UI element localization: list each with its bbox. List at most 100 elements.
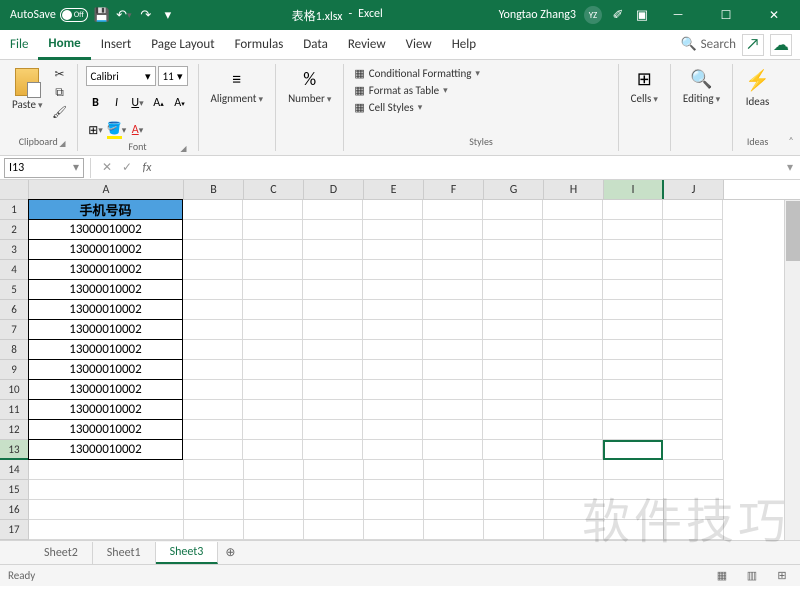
menu-data[interactable]: Data [293, 30, 338, 59]
cell-G6[interactable] [483, 300, 543, 320]
cell-H13[interactable] [543, 440, 603, 460]
menu-help[interactable]: Help [442, 30, 486, 59]
user-name[interactable]: Yongtao Zhang3 [499, 8, 576, 22]
cell-D5[interactable] [303, 280, 363, 300]
cell-B17[interactable] [184, 520, 244, 540]
menu-review[interactable]: Review [338, 30, 396, 59]
cell-E7[interactable] [363, 320, 423, 340]
cell-C13[interactable] [243, 440, 303, 460]
cell-I13[interactable] [603, 440, 663, 460]
cell-D16[interactable] [304, 500, 364, 520]
cell-C2[interactable] [243, 220, 303, 240]
cell-D12[interactable] [303, 420, 363, 440]
cell-C17[interactable] [244, 520, 304, 540]
cell-C3[interactable] [243, 240, 303, 260]
cell-I12[interactable] [603, 420, 663, 440]
cell-B6[interactable] [183, 300, 243, 320]
cell-D7[interactable] [303, 320, 363, 340]
cell-J17[interactable] [664, 520, 724, 540]
row-header-13[interactable]: 13 [0, 440, 29, 460]
cell-B13[interactable] [183, 440, 243, 460]
cell-D13[interactable] [303, 440, 363, 460]
cell-E17[interactable] [364, 520, 424, 540]
cell-J13[interactable] [663, 440, 723, 460]
cell-H5[interactable] [543, 280, 603, 300]
editing-button[interactable]: 🔍Editing [679, 66, 724, 135]
menu-home[interactable]: Home [38, 31, 90, 60]
cell-C11[interactable] [243, 400, 303, 420]
format-as-table-button[interactable]: ▦Format as Table [352, 83, 482, 98]
col-header-J[interactable]: J [664, 180, 724, 199]
cell-D17[interactable] [304, 520, 364, 540]
cell-F14[interactable] [424, 460, 484, 480]
italic-button[interactable]: I [107, 93, 127, 113]
cell-H14[interactable] [544, 460, 604, 480]
cell-H6[interactable] [543, 300, 603, 320]
cell-A7[interactable]: 13000010002 [28, 319, 183, 340]
cell-G15[interactable] [484, 480, 544, 500]
cell-C10[interactable] [243, 380, 303, 400]
cell-J4[interactable] [663, 260, 723, 280]
cell-G10[interactable] [483, 380, 543, 400]
cell-F9[interactable] [423, 360, 483, 380]
cell-D6[interactable] [303, 300, 363, 320]
sheet-tab-Sheet3[interactable]: Sheet3 [156, 542, 219, 564]
font-color-button[interactable]: A [128, 120, 148, 140]
fx-icon[interactable]: fx [137, 158, 157, 178]
cell-I10[interactable] [603, 380, 663, 400]
cell-F15[interactable] [424, 480, 484, 500]
cell-E16[interactable] [364, 500, 424, 520]
cell-C15[interactable] [244, 480, 304, 500]
cell-B15[interactable] [184, 480, 244, 500]
row-header-11[interactable]: 11 [0, 400, 29, 420]
cell-C9[interactable] [243, 360, 303, 380]
comments-button[interactable]: ☁ [770, 34, 792, 56]
cell-A14[interactable] [29, 460, 184, 480]
cell-J16[interactable] [664, 500, 724, 520]
cell-A12[interactable]: 13000010002 [28, 419, 183, 440]
cell-E1[interactable] [363, 200, 423, 220]
conditional-formatting-button[interactable]: ▦Conditional Formatting [352, 66, 482, 81]
cell-G17[interactable] [484, 520, 544, 540]
cell-B5[interactable] [183, 280, 243, 300]
cell-B1[interactable] [183, 200, 243, 220]
cell-C6[interactable] [243, 300, 303, 320]
page-break-view-icon[interactable]: ⊞ [772, 568, 792, 584]
add-sheet-button[interactable]: ⊕ [218, 542, 242, 564]
cell-H4[interactable] [543, 260, 603, 280]
menu-file[interactable]: File [0, 30, 38, 59]
format-painter-icon[interactable]: 🖌 [51, 104, 69, 120]
cell-G14[interactable] [484, 460, 544, 480]
cell-D4[interactable] [303, 260, 363, 280]
row-header-9[interactable]: 9 [0, 360, 29, 380]
cell-B16[interactable] [184, 500, 244, 520]
sheet-tab-Sheet2[interactable]: Sheet2 [30, 542, 93, 564]
page-layout-view-icon[interactable]: ▥ [742, 568, 762, 584]
cell-F10[interactable] [423, 380, 483, 400]
row-header-15[interactable]: 15 [0, 480, 29, 500]
cell-I8[interactable] [603, 340, 663, 360]
formula-input[interactable] [157, 158, 780, 178]
cell-J9[interactable] [663, 360, 723, 380]
border-button[interactable]: ⊞ [86, 120, 106, 140]
enter-formula-icon[interactable]: ✓ [117, 158, 137, 178]
cell-E13[interactable] [363, 440, 423, 460]
cell-E4[interactable] [363, 260, 423, 280]
cell-J3[interactable] [663, 240, 723, 260]
scroll-thumb[interactable] [786, 201, 800, 261]
cell-J14[interactable] [664, 460, 724, 480]
close-button[interactable]: ✕ [754, 0, 794, 30]
cell-E6[interactable] [363, 300, 423, 320]
cell-D10[interactable] [303, 380, 363, 400]
cell-J2[interactable] [663, 220, 723, 240]
qat-dropdown-icon[interactable]: ▾ [160, 7, 176, 23]
cell-F11[interactable] [423, 400, 483, 420]
cell-I4[interactable] [603, 260, 663, 280]
cell-H8[interactable] [543, 340, 603, 360]
row-header-4[interactable]: 4 [0, 260, 29, 280]
menu-view[interactable]: View [396, 30, 442, 59]
cell-A10[interactable]: 13000010002 [28, 379, 183, 400]
cell-F13[interactable] [423, 440, 483, 460]
cell-F6[interactable] [423, 300, 483, 320]
cell-I7[interactable] [603, 320, 663, 340]
